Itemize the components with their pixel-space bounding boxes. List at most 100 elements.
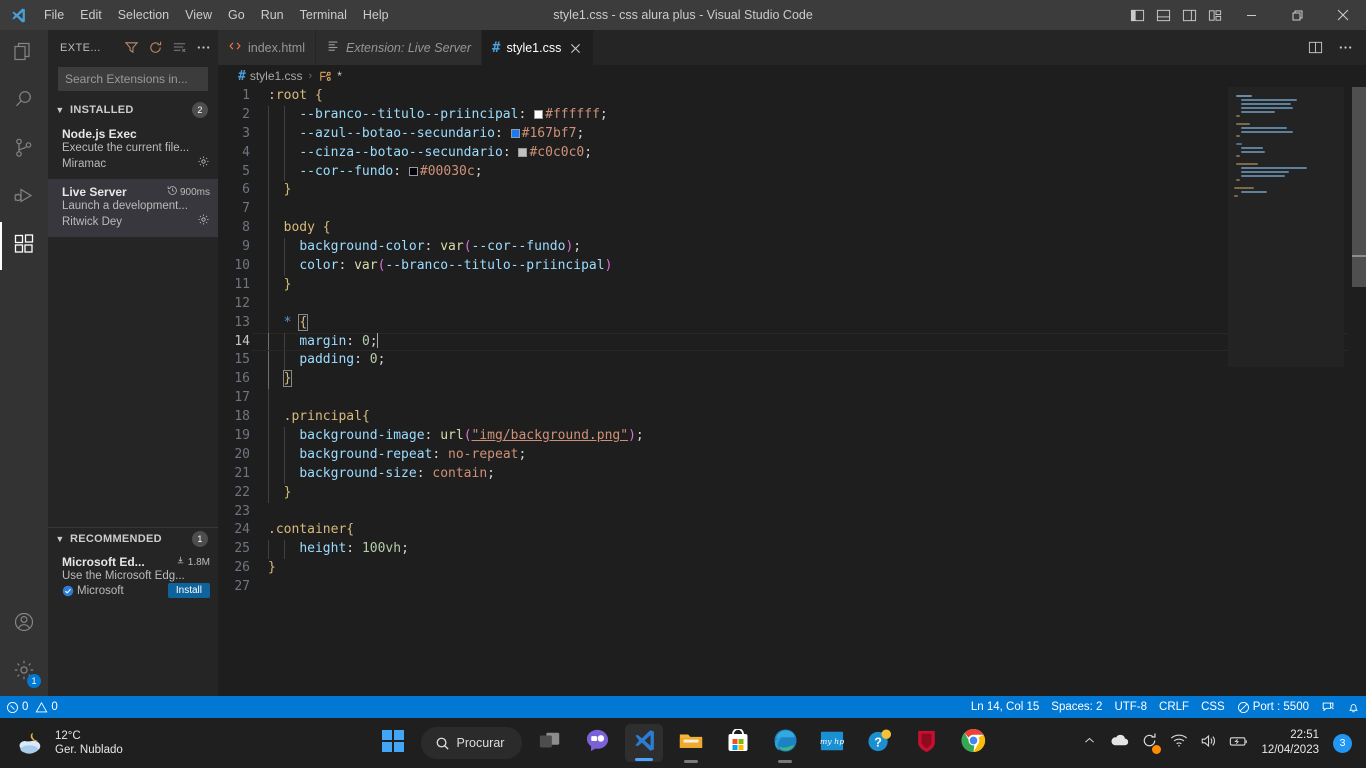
title-bar-controls bbox=[1124, 0, 1366, 30]
menu-file[interactable]: File bbox=[36, 0, 72, 30]
section-header-installed[interactable]: ▼ INSTALLED 2 bbox=[48, 99, 218, 121]
line-number: 10 bbox=[234, 258, 250, 274]
list-item[interactable]: Node.js Exec Execute the current file...… bbox=[48, 121, 218, 179]
clock[interactable]: 22:51 12/04/2023 bbox=[1261, 728, 1319, 758]
sidebar-item-search[interactable] bbox=[0, 78, 48, 126]
menu-help[interactable]: Help bbox=[355, 0, 397, 30]
editor-scrollbar[interactable] bbox=[1352, 87, 1366, 696]
sidebar-item-settings[interactable]: 1 bbox=[0, 648, 48, 696]
install-button[interactable]: Install bbox=[167, 583, 210, 598]
vscode-icon bbox=[632, 728, 657, 758]
microsoft-edge-button[interactable] bbox=[766, 724, 804, 762]
line-number: 9 bbox=[242, 239, 250, 255]
sidebar-item-explorer[interactable] bbox=[0, 30, 48, 78]
get-help-icon: ? bbox=[867, 728, 892, 758]
file-explorer-button[interactable] bbox=[672, 724, 710, 762]
close-icon[interactable] bbox=[567, 40, 583, 56]
more-actions-icon[interactable] bbox=[192, 37, 214, 59]
menu-terminal[interactable]: Terminal bbox=[292, 0, 355, 30]
code-editor[interactable]: 1:root { 2 --branco--titulo--priincipal:… bbox=[218, 87, 1366, 696]
close-button[interactable] bbox=[1320, 0, 1366, 30]
toggle-primary-sidebar-icon[interactable] bbox=[1124, 0, 1150, 30]
sidebar-item-source-control[interactable] bbox=[0, 126, 48, 174]
list-item[interactable]: Live Server 900ms Launch a development..… bbox=[48, 179, 218, 237]
minimize-button[interactable] bbox=[1228, 0, 1274, 30]
breadcrumb-file[interactable]: style1.css bbox=[250, 69, 303, 83]
show-hidden-icons-button[interactable] bbox=[1079, 733, 1099, 753]
weather-widget[interactable]: 12°C Ger. Nublado bbox=[0, 729, 123, 757]
microsoft-teams-button[interactable] bbox=[578, 724, 616, 762]
start-button[interactable] bbox=[374, 724, 412, 762]
status-language-mode[interactable]: CSS bbox=[1195, 696, 1231, 718]
refresh-icon[interactable] bbox=[144, 37, 166, 59]
split-editor-icon[interactable] bbox=[1302, 35, 1328, 61]
tab-index-html[interactable]: index.html bbox=[218, 30, 316, 65]
clear-search-results-icon[interactable] bbox=[168, 37, 190, 59]
onedrive-button[interactable] bbox=[1109, 733, 1129, 753]
minimap[interactable] bbox=[1228, 87, 1344, 696]
tab-style1-css[interactable]: # style1.css bbox=[482, 30, 595, 65]
section-header-recommended[interactable]: ▼ RECOMMENDED 1 bbox=[48, 527, 218, 549]
more-editor-actions-icon[interactable] bbox=[1332, 35, 1358, 61]
network-button[interactable] bbox=[1169, 733, 1189, 753]
line-number: 16 bbox=[234, 371, 250, 387]
code-lines[interactable]: 1:root { 2 --branco--titulo--priincipal:… bbox=[218, 87, 1348, 696]
customize-layout-icon[interactable] bbox=[1202, 0, 1228, 30]
menu-view[interactable]: View bbox=[177, 0, 220, 30]
sidebar-item-extensions[interactable] bbox=[0, 222, 48, 270]
mcafee-button[interactable] bbox=[907, 724, 945, 762]
menu-edit[interactable]: Edit bbox=[72, 0, 110, 30]
menu-selection[interactable]: Selection bbox=[110, 0, 177, 30]
microsoft-store-button[interactable] bbox=[719, 724, 757, 762]
taskbar-search[interactable]: Procurar bbox=[420, 727, 523, 759]
restore-button[interactable] bbox=[1274, 0, 1320, 30]
code-line: 26} bbox=[218, 559, 1228, 578]
search-input[interactable] bbox=[58, 67, 208, 91]
clock-date: 12/04/2023 bbox=[1261, 744, 1319, 756]
status-indentation[interactable]: Spaces: 2 bbox=[1045, 696, 1108, 718]
status-notifications[interactable] bbox=[1341, 696, 1366, 718]
breadcrumb-symbol[interactable]: * bbox=[337, 69, 342, 83]
status-problems[interactable]: 0 0 bbox=[0, 696, 64, 718]
toggle-secondary-sidebar-icon[interactable] bbox=[1176, 0, 1202, 30]
line-text: } bbox=[268, 370, 293, 390]
tab-extension-live-server[interactable]: Extension: Live Server bbox=[315, 30, 483, 65]
toggle-panel-icon[interactable] bbox=[1150, 0, 1176, 30]
menu-go[interactable]: Go bbox=[220, 0, 253, 30]
menu-run[interactable]: Run bbox=[253, 0, 292, 30]
volume-button[interactable] bbox=[1199, 733, 1219, 753]
status-feedback[interactable] bbox=[1315, 696, 1341, 718]
extension-page-icon bbox=[326, 39, 340, 56]
vscode-taskbar-button[interactable] bbox=[625, 724, 664, 762]
status-live-server-port[interactable]: Port : 5500 bbox=[1231, 696, 1315, 718]
extensions-sidebar: EXTE... ▼ INSTALLED 2 Node.js Exec Execu… bbox=[48, 30, 218, 696]
tab-label: Extension: Live Server bbox=[345, 40, 472, 55]
notification-badge[interactable]: 3 bbox=[1333, 733, 1352, 753]
my-hp-button[interactable]: my hp bbox=[813, 724, 851, 762]
filter-icon[interactable] bbox=[120, 37, 142, 59]
minimap-slider[interactable] bbox=[1228, 87, 1344, 367]
files-icon bbox=[12, 40, 36, 69]
sidebar-item-run-and-debug[interactable] bbox=[0, 174, 48, 222]
windows-logo-icon bbox=[381, 729, 404, 757]
task-view-button[interactable] bbox=[531, 724, 569, 762]
status-encoding[interactable]: UTF-8 bbox=[1108, 696, 1153, 718]
gear-icon[interactable] bbox=[197, 213, 210, 231]
code-line: 2 --branco--titulo--priincipal: #ffffff; bbox=[218, 105, 1228, 125]
gear-icon[interactable] bbox=[197, 155, 210, 173]
get-help-button[interactable]: ? bbox=[860, 724, 898, 762]
code-line: 16 } bbox=[218, 370, 1228, 390]
status-eol[interactable]: CRLF bbox=[1153, 696, 1195, 718]
system-tray: 22:51 12/04/2023 3 bbox=[1079, 718, 1366, 768]
sidebar-item-accounts[interactable] bbox=[0, 600, 48, 648]
code-line: 21 background-size: contain; bbox=[218, 464, 1228, 484]
google-chrome-button[interactable] bbox=[954, 724, 992, 762]
code-line: 20 background-repeat: no-repeat; bbox=[218, 445, 1228, 465]
list-item[interactable]: Microsoft Ed... 1.8M Use the Microsoft E… bbox=[48, 549, 218, 604]
line-number: 11 bbox=[234, 276, 250, 292]
battery-button[interactable] bbox=[1229, 733, 1249, 753]
windows-update-button[interactable] bbox=[1139, 733, 1162, 754]
code-line: 1:root { bbox=[218, 87, 1228, 106]
status-cursor-position[interactable]: Ln 14, Col 15 bbox=[965, 696, 1045, 718]
scrollbar-thumb[interactable] bbox=[1352, 87, 1366, 287]
